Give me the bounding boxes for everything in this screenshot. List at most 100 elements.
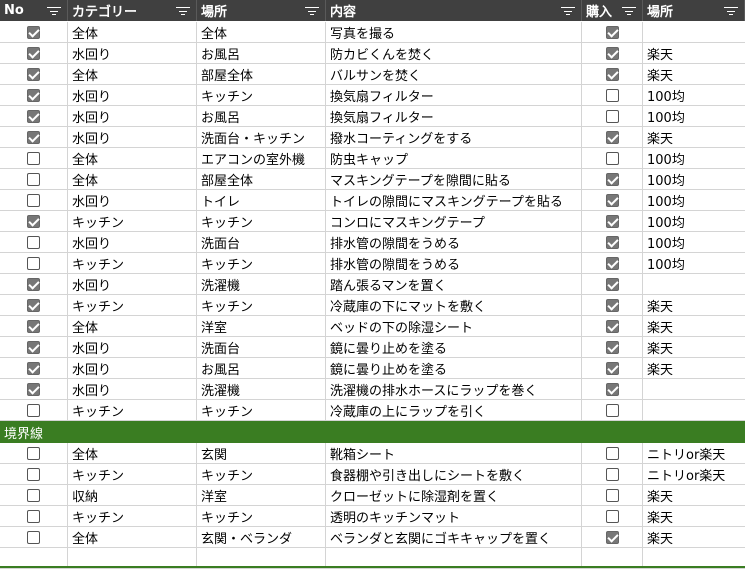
cell-place[interactable]: 全体 xyxy=(197,22,326,42)
cell-category[interactable]: 水回り xyxy=(68,190,197,210)
cell-content[interactable]: 透明のキッチンマット xyxy=(326,506,582,526)
cell-buy[interactable] xyxy=(582,337,643,357)
cell-content[interactable]: ベッドの下の除湿シート xyxy=(326,316,582,336)
purchased-checkbox[interactable] xyxy=(605,109,619,123)
cell-place[interactable]: 部屋全体 xyxy=(197,64,326,84)
cell-place[interactable]: キッチン xyxy=(197,400,326,420)
cell-buy[interactable] xyxy=(582,400,643,420)
done-checkbox[interactable] xyxy=(27,277,40,291)
done-checkbox[interactable] xyxy=(27,46,40,60)
purchased-checkbox[interactable] xyxy=(605,319,619,333)
cell-store[interactable] xyxy=(643,379,745,399)
purchased-checkbox[interactable] xyxy=(605,67,619,81)
cell-content[interactable]: クローゼットに除湿剤を置く xyxy=(326,485,582,505)
cell-store[interactable]: 100均 xyxy=(643,253,745,273)
cell-category[interactable]: 全体 xyxy=(68,316,197,336)
cell-place[interactable]: 玄関 xyxy=(197,443,326,463)
cell-no[interactable] xyxy=(0,43,68,63)
cell-place[interactable]: キッチン xyxy=(197,295,326,315)
cell-category[interactable]: 全体 xyxy=(68,64,197,84)
cell-category[interactable]: 水回り xyxy=(68,274,197,294)
cell-place[interactable]: 洋室 xyxy=(197,485,326,505)
cell-store[interactable]: 楽天 xyxy=(643,337,745,357)
cell-content[interactable]: マスキングテープを隙間に貼る xyxy=(326,169,582,189)
cell-store[interactable] xyxy=(643,22,745,42)
cell-content[interactable]: 撥水コーティングをする xyxy=(326,127,582,147)
cell-store[interactable]: 楽天 xyxy=(643,64,745,84)
cell-category[interactable]: キッチン xyxy=(68,211,197,231)
cell-place[interactable]: 洗濯機 xyxy=(197,379,326,399)
cell-place[interactable]: お風呂 xyxy=(197,43,326,63)
cell-no[interactable] xyxy=(0,443,68,463)
cell-content[interactable]: ベランダと玄関にゴキキャップを置く xyxy=(326,527,582,547)
cell-content[interactable]: 排水管の隙間をうめる xyxy=(326,253,582,273)
cell-buy[interactable] xyxy=(582,169,643,189)
cell-store[interactable]: 楽天 xyxy=(643,127,745,147)
done-checkbox[interactable] xyxy=(27,467,40,481)
cell-content[interactable]: 靴箱シート xyxy=(326,443,582,463)
empty-cell[interactable] xyxy=(326,548,582,568)
cell-content[interactable]: トイレの隙間にマスキングテープを貼る xyxy=(326,190,582,210)
cell-buy[interactable] xyxy=(582,148,643,168)
cell-no[interactable] xyxy=(0,64,68,84)
cell-no[interactable] xyxy=(0,232,68,252)
done-checkbox[interactable] xyxy=(27,25,40,39)
cell-buy[interactable] xyxy=(582,464,643,484)
purchased-checkbox[interactable] xyxy=(605,488,619,502)
empty-cell[interactable] xyxy=(68,548,197,568)
cell-content[interactable]: 排水管の隙間をうめる xyxy=(326,232,582,252)
cell-no[interactable] xyxy=(0,379,68,399)
cell-no[interactable] xyxy=(0,400,68,420)
cell-no[interactable] xyxy=(0,85,68,105)
cell-no[interactable] xyxy=(0,337,68,357)
cell-buy[interactable] xyxy=(582,274,643,294)
done-checkbox[interactable] xyxy=(27,193,40,207)
purchased-checkbox[interactable] xyxy=(605,46,619,60)
purchased-checkbox[interactable] xyxy=(605,214,619,228)
cell-content[interactable]: 換気扇フィルター xyxy=(326,85,582,105)
empty-cell[interactable] xyxy=(643,548,745,568)
done-checkbox[interactable] xyxy=(27,172,40,186)
filter-icon[interactable] xyxy=(561,6,575,16)
cell-category[interactable]: 水回り xyxy=(68,85,197,105)
cell-category[interactable]: 水回り xyxy=(68,43,197,63)
done-checkbox[interactable] xyxy=(27,361,40,375)
cell-buy[interactable] xyxy=(582,43,643,63)
filter-icon[interactable] xyxy=(622,6,636,16)
cell-category[interactable]: 水回り xyxy=(68,127,197,147)
cell-place[interactable]: キッチン xyxy=(197,464,326,484)
cell-no[interactable] xyxy=(0,190,68,210)
purchased-checkbox[interactable] xyxy=(605,382,619,396)
purchased-checkbox[interactable] xyxy=(605,193,619,207)
purchased-checkbox[interactable] xyxy=(605,88,619,102)
empty-cell[interactable] xyxy=(0,548,68,568)
purchased-checkbox[interactable] xyxy=(605,403,619,417)
cell-place[interactable]: 玄関・ベランダ xyxy=(197,527,326,547)
cell-no[interactable] xyxy=(0,506,68,526)
cell-category[interactable]: キッチン xyxy=(68,295,197,315)
cell-category[interactable]: 水回り xyxy=(68,106,197,126)
cell-category[interactable]: 水回り xyxy=(68,379,197,399)
cell-no[interactable] xyxy=(0,148,68,168)
cell-place[interactable]: エアコンの室外機 xyxy=(197,148,326,168)
purchased-checkbox[interactable] xyxy=(605,151,619,165)
cell-buy[interactable] xyxy=(582,232,643,252)
purchased-checkbox[interactable] xyxy=(605,467,619,481)
cell-buy[interactable] xyxy=(582,22,643,42)
cell-content[interactable]: 食器棚や引き出しにシートを敷く xyxy=(326,464,582,484)
cell-category[interactable]: 収納 xyxy=(68,485,197,505)
cell-content[interactable]: 洗濯機の排水ホースにラップを巻く xyxy=(326,379,582,399)
done-checkbox[interactable] xyxy=(27,109,40,123)
cell-store[interactable]: 100均 xyxy=(643,148,745,168)
cell-content[interactable]: コンロにマスキングテープ xyxy=(326,211,582,231)
purchased-checkbox[interactable] xyxy=(605,509,619,523)
cell-buy[interactable] xyxy=(582,127,643,147)
cell-place[interactable]: キッチン xyxy=(197,211,326,231)
cell-store[interactable]: 100均 xyxy=(643,85,745,105)
filter-icon[interactable] xyxy=(724,6,738,16)
cell-no[interactable] xyxy=(0,274,68,294)
cell-buy[interactable] xyxy=(582,85,643,105)
cell-category[interactable]: 全体 xyxy=(68,443,197,463)
cell-store[interactable]: 100均 xyxy=(643,232,745,252)
purchased-checkbox[interactable] xyxy=(605,235,619,249)
